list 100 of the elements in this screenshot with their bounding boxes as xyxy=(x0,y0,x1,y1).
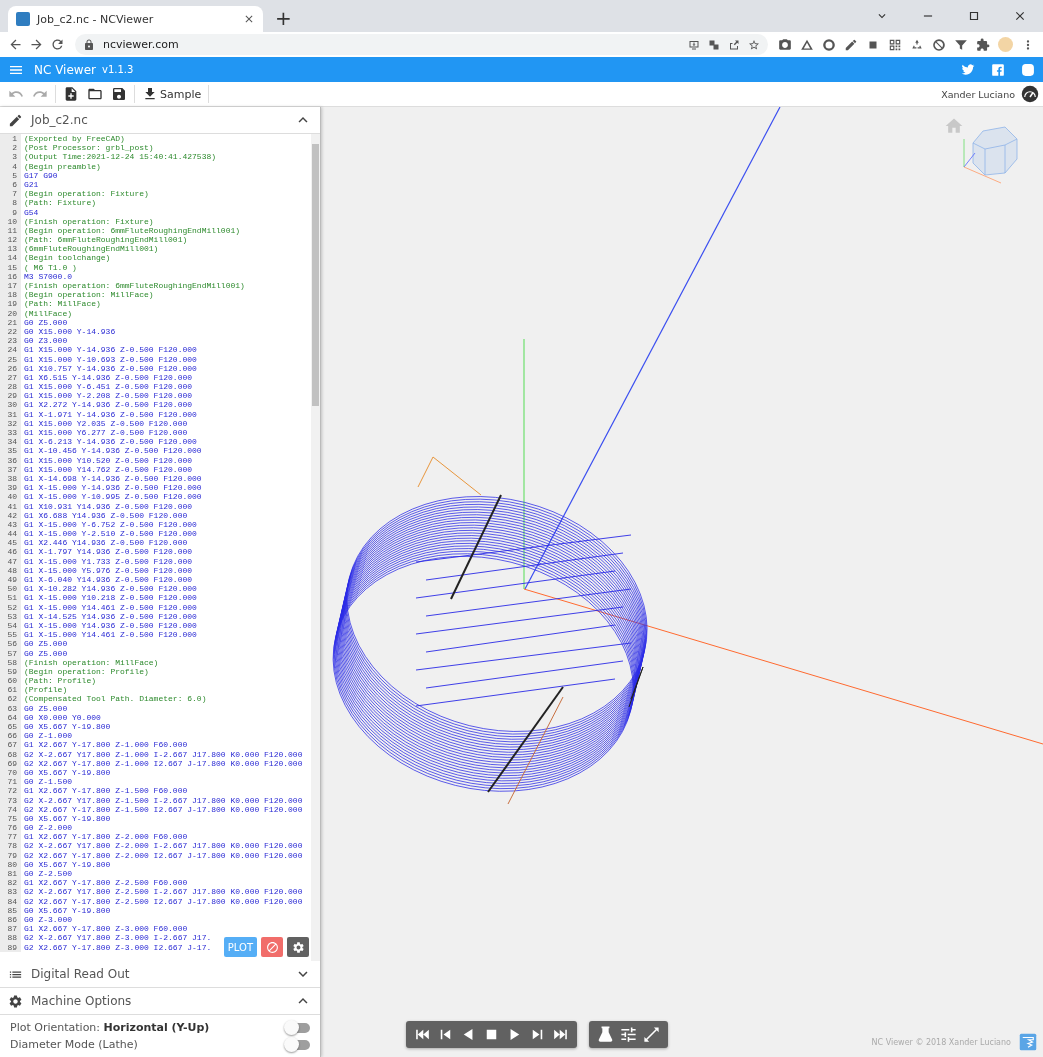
line-number: 11 xyxy=(0,225,21,236)
code-line: G1 X-15.000 Y-14.936 Z-0.500 F120.000 xyxy=(23,483,202,493)
back-icon[interactable] xyxy=(8,37,23,52)
editor-header[interactable]: Job_c2.nc xyxy=(0,107,320,134)
camera-icon[interactable] xyxy=(778,37,792,52)
line-number: 84 xyxy=(0,896,21,906)
pencil-icon[interactable] xyxy=(844,37,858,52)
line-number: 45 xyxy=(0,538,21,548)
code-line: G0 Z-2.000 xyxy=(23,823,72,833)
twitter-icon[interactable] xyxy=(961,62,975,77)
app-title: NC Viewer xyxy=(34,62,96,77)
scrollbar[interactable] xyxy=(311,134,320,961)
line-number: 8 xyxy=(0,198,21,208)
code-line: G2 X2.667 Y-17.800 Z-1.500 I2.667 J-17.800 K0.000 F120.000 xyxy=(23,804,303,814)
code-line: G1 X2.667 Y-17.800 Z-1.500 F60.000 xyxy=(23,786,188,796)
panel-header[interactable]: Machine Options xyxy=(0,988,320,1015)
code-line: G2 X2.667 Y-17.800 Z-1.000 I2.667 J-17.800 K0.000 F120.000 xyxy=(23,758,303,768)
line-number: 59 xyxy=(0,666,21,677)
toggle-switch[interactable] xyxy=(286,1022,310,1033)
favicon-icon xyxy=(16,12,30,26)
code-line: G2 X-2.667 Y17.800 Z-1.500 I-2.667 J17.800 K0.000 F120.000 xyxy=(23,795,303,805)
code-line: (Begin operation: 6mmFluteRoughingEndMill001) xyxy=(23,225,241,236)
close-icon[interactable] xyxy=(243,13,255,25)
line-number: 61 xyxy=(0,685,21,695)
code-line: G0 X5.667 Y-19.800 xyxy=(23,722,111,732)
option-label: Plot Orientation: Horizontal (Y-Up) xyxy=(10,1021,210,1034)
line-number: 52 xyxy=(0,602,21,612)
funnel-icon[interactable] xyxy=(954,37,968,52)
star-icon[interactable] xyxy=(748,38,760,51)
code-line: G1 X-15.000 Y5.976 Z-0.500 F120.000 xyxy=(23,565,193,575)
code-line: G0 X15.000 Y-14.936 xyxy=(23,326,116,337)
line-number: 73 xyxy=(0,795,21,805)
open-icon xyxy=(87,86,103,102)
browser-tab[interactable]: Job_c2.nc - NCViewer xyxy=(8,6,263,32)
code-line: G1 X-15.000 Y-2.510 Z-0.500 F120.000 xyxy=(23,529,197,539)
line-number: 13 xyxy=(0,244,21,254)
line-number: 39 xyxy=(0,483,21,493)
blocked-icon[interactable] xyxy=(932,37,946,52)
logo-icon xyxy=(1019,1033,1037,1051)
blocked-icon xyxy=(265,940,279,954)
code-line: G1 X-15.000 Y14.461 Z-0.500 F120.000 xyxy=(23,630,197,640)
line-number: 67 xyxy=(0,740,21,750)
line-number: 24 xyxy=(0,345,21,355)
code-line: G1 X2.667 Y-17.800 Z-3.000 F60.000 xyxy=(23,924,188,934)
sample-button[interactable]: Sample xyxy=(138,83,206,105)
line-number: 83 xyxy=(0,887,21,897)
line-number: 54 xyxy=(0,620,21,631)
code-line: G1 X15.000 Y-2.208 Z-0.500 F120.000 xyxy=(23,391,193,401)
code-line: G1 X-14.525 Y14.936 Z-0.500 F120.000 xyxy=(23,611,197,621)
line-number: 29 xyxy=(0,391,21,401)
gauge-icon[interactable] xyxy=(1021,85,1039,103)
forward-icon[interactable] xyxy=(29,37,44,52)
code-line: G1 X-6.040 Y14.936 Z-0.500 F120.000 xyxy=(23,575,193,585)
code-line: G1 X15.000 Y-6.451 Z-0.500 F120.000 xyxy=(23,382,193,392)
line-number: 21 xyxy=(0,317,21,327)
toggle-switch[interactable] xyxy=(286,1039,310,1050)
line-number: 82 xyxy=(0,878,21,888)
code-line: G2 X2.667 Y-17.800 Z-2.000 I2.667 J-17.800 K0.000 F120.000 xyxy=(23,850,303,860)
code-line: G0 X0.000 Y0.000 xyxy=(23,712,101,722)
settings-button[interactable] xyxy=(287,937,309,957)
line-number: 30 xyxy=(0,400,21,410)
share-icon[interactable] xyxy=(728,38,740,51)
line-number: 1 xyxy=(0,134,21,144)
sliders-button[interactable] xyxy=(618,1025,639,1044)
translate-icon[interactable] xyxy=(708,38,720,51)
reload-icon[interactable] xyxy=(50,37,65,52)
new-tab-button[interactable]: + xyxy=(269,6,298,32)
code-line: G0 Z5.000 xyxy=(23,648,68,658)
line-number: 53 xyxy=(0,611,21,621)
code-line: G1 X10.931 Y14.936 Z-0.500 F120.000 xyxy=(23,501,193,511)
code-line: (Finish operation: 6mmFluteRoughingEndMill001) xyxy=(23,281,245,291)
code-line: G1 X6.515 Y-14.936 Z-0.500 F120.000 xyxy=(23,372,193,383)
line-number: 31 xyxy=(0,409,21,419)
address-bar[interactable]: ncviewer.com xyxy=(75,34,768,55)
code-line: G1 X-15.000 Y-10.995 Z-0.500 F120.000 xyxy=(23,492,202,502)
monitor-download-icon[interactable] xyxy=(688,38,700,51)
code-line: G1 X2.667 Y-17.800 Z-2.500 F60.000 xyxy=(23,878,188,888)
line-number: 47 xyxy=(0,556,21,566)
edit-icon xyxy=(8,112,23,128)
line-number: 74 xyxy=(0,804,21,814)
line-number: 17 xyxy=(0,281,21,291)
code-line: (Post Processor: grbl_post) xyxy=(23,143,154,153)
line-number: 16 xyxy=(0,271,21,281)
panel-header[interactable]: Digital Read Out xyxy=(0,961,320,988)
code-line: G1 X-1.797 Y14.936 Z-0.500 F120.000 xyxy=(23,547,193,557)
puzzle-icon[interactable] xyxy=(976,37,990,52)
line-number: 27 xyxy=(0,372,21,383)
facebook-icon[interactable] xyxy=(991,62,1005,77)
ring-icon[interactable] xyxy=(822,37,836,52)
line-number: 14 xyxy=(0,253,21,263)
code-line: G0 Z-3.000 xyxy=(23,914,72,925)
line-number: 32 xyxy=(0,418,21,428)
fullscreen-button[interactable] xyxy=(641,1025,662,1044)
line-number: 42 xyxy=(0,510,21,520)
grid-icon[interactable] xyxy=(888,37,902,52)
code-line: G1 X2.446 Y14.936 Z-0.500 F120.000 xyxy=(23,538,188,548)
code-line: (MillFace) xyxy=(23,308,72,318)
clear-button[interactable] xyxy=(261,937,283,957)
code-line: (Path: 6mmFluteRoughingEndMill001) xyxy=(23,235,188,245)
line-number: 65 xyxy=(0,722,21,732)
